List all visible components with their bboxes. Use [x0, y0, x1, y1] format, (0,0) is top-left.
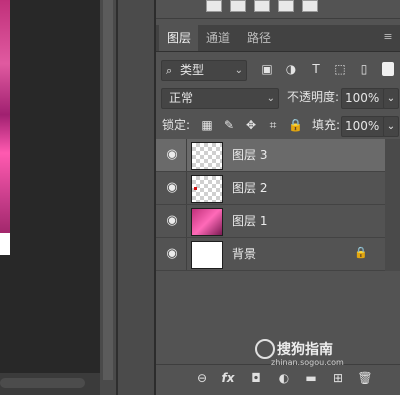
lock-icon: 🔒 — [354, 246, 368, 259]
eye-column-divider — [186, 238, 187, 270]
adjustment-icon[interactable] — [230, 0, 246, 12]
filter-text-icon[interactable]: T — [309, 62, 323, 76]
watermark-url: zhinan.sogou.com — [271, 358, 344, 367]
fx-icon[interactable]: fx — [220, 370, 236, 386]
eye-column-divider — [186, 205, 187, 237]
tab-channels[interactable]: 通道 — [198, 25, 239, 51]
horizontal-scroll-thumb[interactable] — [0, 378, 85, 388]
filter-adjustment-icon[interactable]: ◑ — [284, 62, 298, 76]
fill-label: 填充: — [312, 118, 341, 132]
watermark-text: 搜狗指南 — [277, 342, 333, 358]
tab-layers[interactable]: 图层 — [159, 25, 200, 51]
opacity-dropdown[interactable]: ⌄ — [383, 88, 399, 109]
tab-paths[interactable]: 路径 — [239, 25, 280, 51]
eye-icon[interactable]: ◉ — [164, 148, 180, 162]
filter-shape-icon[interactable]: ⬚ — [333, 62, 347, 76]
layer-row[interactable]: ◉ 图层 2 — [156, 172, 385, 205]
fill-dropdown[interactable]: ⌄ — [383, 116, 399, 137]
panel-tabbar: 图层 通道 路径 ≡ — [156, 25, 400, 52]
lock-transparent-pixels-icon[interactable]: ▦ — [200, 118, 214, 132]
layer-row[interactable]: ◉ 图层 1 — [156, 205, 385, 238]
lock-image-pixels-icon[interactable]: ✎ — [222, 118, 236, 132]
layer-row[interactable]: ◉ 图层 3 — [156, 139, 385, 172]
add-mask-icon[interactable]: ◘ — [248, 370, 264, 386]
lock-position-icon[interactable]: ✥ — [244, 118, 258, 132]
opacity-label: 不透明度: — [287, 90, 340, 104]
layer-thumbnail — [191, 208, 223, 236]
blend-mode-label: 正常 — [169, 91, 194, 105]
adjustment-layer-icon[interactable]: ◐ — [276, 370, 292, 386]
layers-panel: 图层 通道 路径 ≡ ⌕ 类型 ⌄ ▣ ◑ T ⬚ ▯ 正常 ⌄ 不透明度: 1… — [156, 0, 400, 395]
watermark-logo-icon — [255, 339, 275, 359]
eye-column-divider — [186, 172, 187, 204]
adjustment-icon[interactable] — [206, 0, 222, 12]
filter-pixel-icon[interactable]: ▣ — [260, 62, 274, 76]
blend-mode-select[interactable]: 正常 ⌄ — [161, 88, 279, 109]
layer-name[interactable]: 图层 3 — [232, 139, 267, 171]
adjustment-icon[interactable] — [254, 0, 270, 12]
adjustment-icon[interactable] — [278, 0, 294, 12]
lock-label: 锁定: — [162, 118, 191, 132]
panel-menu-icon[interactable]: ≡ — [382, 31, 394, 43]
layers-list: ◉ 图层 3 ◉ 图层 2 ◉ 图层 1 ◉ 背景 🔒 — [156, 139, 400, 271]
layer-name[interactable]: 图层 2 — [232, 172, 267, 204]
canvas-area[interactable] — [0, 0, 100, 373]
layers-bottom-toolbar: ⊖ fx ◘ ◐ ▬ ⊞ 🗑 — [156, 364, 400, 391]
lock-artboard-icon[interactable]: ⌗ — [266, 118, 280, 132]
search-icon: ⌕ — [166, 64, 173, 77]
thumbnail-dot — [194, 187, 197, 190]
chevron-down-icon: ⌄ — [266, 93, 275, 104]
layer-thumbnail — [191, 142, 223, 170]
folder-icon[interactable]: ▬ — [303, 370, 319, 386]
fill-input[interactable]: 100% — [341, 116, 385, 137]
canvas-image — [0, 0, 10, 255]
layers-scrollbar[interactable] — [385, 139, 400, 271]
layer-name[interactable]: 背景 — [232, 238, 256, 270]
panel-dock-gutter — [118, 0, 154, 395]
eye-column-divider — [186, 139, 187, 171]
layer-thumbnail — [191, 175, 223, 203]
eye-icon[interactable]: ◉ — [164, 247, 180, 261]
filter-toggle-icon[interactable] — [382, 62, 394, 76]
layer-row[interactable]: ◉ 背景 🔒 — [156, 238, 385, 271]
filter-kind-label: 类型 — [180, 63, 205, 77]
vertical-scroll-thumb[interactable] — [103, 0, 113, 380]
layer-filter-select[interactable]: ⌕ 类型 ⌄ — [161, 60, 247, 81]
eye-icon[interactable]: ◉ — [164, 214, 180, 228]
adjustments-strip — [156, 0, 400, 19]
trash-icon[interactable]: 🗑 — [357, 370, 373, 386]
link-layers-icon[interactable]: ⊖ — [194, 370, 210, 386]
chevron-down-icon: ⌄ — [234, 65, 243, 76]
opacity-input[interactable]: 100% — [341, 88, 385, 109]
filter-smart-object-icon[interactable]: ▯ — [357, 62, 371, 76]
layer-name[interactable]: 图层 1 — [232, 205, 267, 237]
lock-all-icon[interactable]: 🔒 — [288, 118, 303, 132]
new-layer-icon[interactable]: ⊞ — [330, 370, 346, 386]
canvas-white-region — [0, 233, 10, 255]
adjustment-icon[interactable] — [302, 0, 318, 12]
layer-thumbnail — [191, 241, 223, 269]
eye-icon[interactable]: ◉ — [164, 181, 180, 195]
